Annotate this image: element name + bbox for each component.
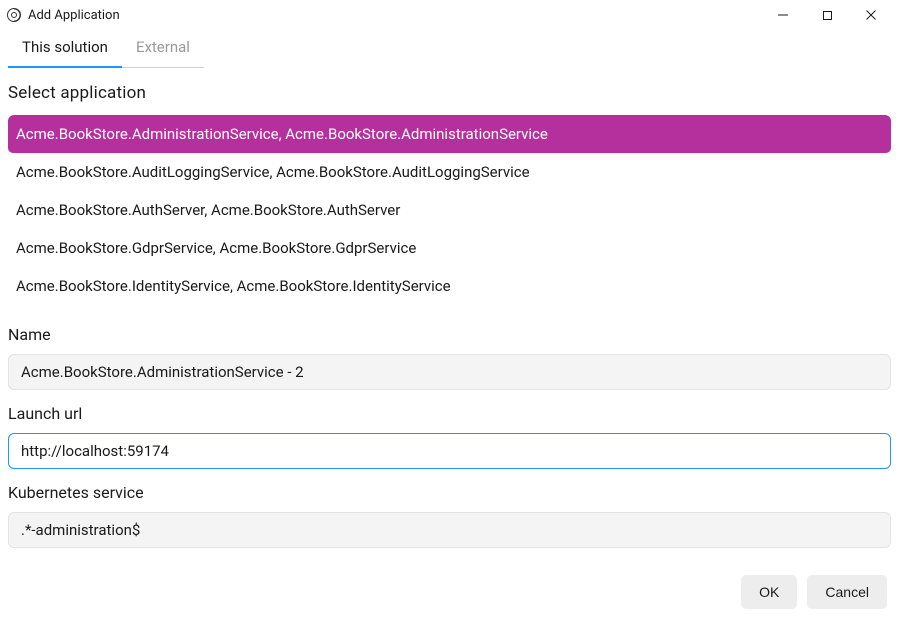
tabs: This solution External: [0, 30, 899, 69]
titlebar-left: Add Application: [6, 7, 120, 23]
name-input[interactable]: [8, 354, 891, 390]
maximize-button[interactable]: [807, 1, 847, 29]
close-button[interactable]: [851, 1, 891, 29]
kubernetes-service-label: Kubernetes service: [8, 483, 891, 502]
name-label: Name: [8, 325, 891, 344]
cancel-button[interactable]: Cancel: [807, 575, 887, 609]
launch-url-label: Launch url: [8, 404, 891, 423]
window-title: Add Application: [28, 8, 120, 23]
list-item[interactable]: Acme.BookStore.IdentityService, Acme.Boo…: [8, 267, 891, 305]
footer: OK Cancel: [0, 565, 899, 625]
select-application-heading: Select application: [8, 83, 891, 103]
minimize-button[interactable]: [763, 1, 803, 29]
kubernetes-service-input[interactable]: [8, 512, 891, 548]
list-item[interactable]: Acme.BookStore.AdministrationService, Ac…: [8, 115, 891, 153]
tab-this-solution[interactable]: This solution: [8, 30, 122, 68]
list-item[interactable]: Acme.BookStore.AuditLoggingService, Acme…: [8, 153, 891, 191]
list-item[interactable]: Acme.BookStore.GdprService, Acme.BookSto…: [8, 229, 891, 267]
ok-button[interactable]: OK: [741, 575, 797, 609]
application-list-wrapper: Acme.BookStore.AdministrationService, Ac…: [8, 115, 891, 311]
application-list[interactable]: Acme.BookStore.AdministrationService, Ac…: [8, 115, 891, 311]
tab-external[interactable]: External: [122, 30, 204, 68]
content: Select application Acme.BookStore.Admini…: [0, 69, 899, 565]
list-item[interactable]: Acme.BookStore.AuthServer, Acme.BookStor…: [8, 191, 891, 229]
app-icon: [6, 7, 22, 23]
titlebar: Add Application: [0, 0, 899, 30]
launch-url-input[interactable]: [8, 433, 891, 469]
window-controls: [763, 1, 891, 29]
